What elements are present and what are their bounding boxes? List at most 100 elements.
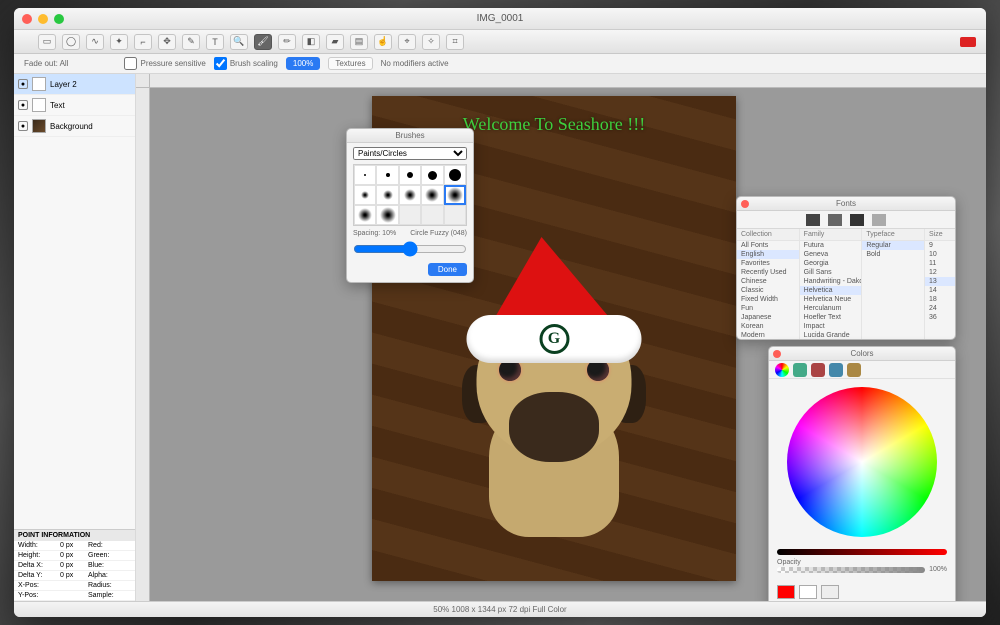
spectrum-mode-icon[interactable]: [829, 363, 843, 377]
opacity-slider[interactable]: [777, 567, 925, 573]
list-item[interactable]: 11: [925, 259, 955, 268]
brush-preset[interactable]: [399, 185, 421, 205]
tool-smudge[interactable]: ☝: [374, 34, 392, 50]
list-item[interactable]: Herculanum: [800, 304, 862, 313]
color-icon[interactable]: [850, 214, 864, 226]
tool-pencil[interactable]: ✏: [278, 34, 296, 50]
brush-scaling-checkbox[interactable]: Brush scaling: [214, 57, 278, 70]
list-item[interactable]: Chinese: [737, 277, 799, 286]
tool-text[interactable]: T: [206, 34, 224, 50]
tool-eraser[interactable]: ◧: [302, 34, 320, 50]
brightness-slider[interactable]: [777, 549, 947, 555]
minimize-window[interactable]: [38, 14, 48, 24]
current-color-swatch[interactable]: [777, 585, 795, 599]
sliders-mode-icon[interactable]: [793, 363, 807, 377]
swatch-slot[interactable]: [799, 585, 817, 599]
list-item[interactable]: Favorites: [737, 259, 799, 268]
brush-preset[interactable]: [444, 165, 466, 185]
list-item[interactable]: 18: [925, 295, 955, 304]
list-item[interactable]: English: [737, 250, 799, 259]
list-item[interactable]: Korean: [737, 322, 799, 331]
tool-effect[interactable]: ✧: [422, 34, 440, 50]
tool-gradient[interactable]: ▤: [350, 34, 368, 50]
brush-done-button[interactable]: Done: [428, 263, 467, 276]
visibility-icon[interactable]: ●: [18, 121, 28, 131]
close-window[interactable]: [22, 14, 32, 24]
list-item[interactable]: 13: [925, 277, 955, 286]
brush-spacing-slider[interactable]: [353, 241, 467, 257]
tool-zoom[interactable]: 🔍: [230, 34, 248, 50]
app-window: IMG_0001 ▭ ◯ ∿ ✦ ⌐ ✥ ✎ T 🔍 🖌 ✏ ◧ ▰ ▤ ☝ ⌖…: [14, 8, 986, 617]
brush-preset[interactable]: [376, 185, 398, 205]
tool-lasso[interactable]: ∿: [86, 34, 104, 50]
brush-preset[interactable]: [354, 185, 376, 205]
visibility-icon[interactable]: ●: [18, 79, 28, 89]
tool-bucket[interactable]: ▰: [326, 34, 344, 50]
visibility-icon[interactable]: ●: [18, 100, 28, 110]
close-icon[interactable]: [741, 200, 749, 208]
strike-icon[interactable]: [828, 214, 842, 226]
brush-preset[interactable]: [354, 205, 376, 225]
list-item[interactable]: 10: [925, 250, 955, 259]
close-icon[interactable]: [773, 350, 781, 358]
brush-preset[interactable]: [399, 165, 421, 185]
brush-group-select[interactable]: Paints/Circles: [353, 147, 467, 160]
list-item[interactable]: Recently Used: [737, 268, 799, 277]
tool-clone[interactable]: ⌖: [398, 34, 416, 50]
list-item[interactable]: Futura: [800, 241, 862, 250]
list-item[interactable]: 12: [925, 268, 955, 277]
eyedropper-icon[interactable]: [821, 585, 839, 599]
list-item[interactable]: Impact: [800, 322, 862, 331]
brush-preset[interactable]: [376, 205, 398, 225]
list-item[interactable]: All Fonts: [737, 241, 799, 250]
brush-preset[interactable]: [444, 185, 466, 205]
zoom-window[interactable]: [54, 14, 64, 24]
list-item[interactable]: Bold: [862, 250, 924, 259]
ruler-horizontal: [150, 74, 986, 88]
tool-eyedropper[interactable]: ✎: [182, 34, 200, 50]
list-item[interactable]: Helvetica Neue: [800, 295, 862, 304]
list-item[interactable]: Helvetica: [800, 286, 862, 295]
color-wheel[interactable]: [787, 387, 937, 537]
list-item[interactable]: Georgia: [800, 259, 862, 268]
list-item[interactable]: Handwriting - Dako: [800, 277, 862, 286]
bgcolor-icon[interactable]: [872, 214, 886, 226]
layer-row[interactable]: ● Layer 2: [14, 74, 135, 95]
crayons-mode-icon[interactable]: [847, 363, 861, 377]
modifier-label: No modifiers active: [381, 59, 449, 68]
list-item[interactable]: Japanese: [737, 313, 799, 322]
wheel-mode-icon[interactable]: [775, 363, 789, 377]
list-item[interactable]: Modern: [737, 331, 799, 339]
tool-brush[interactable]: 🖌: [254, 34, 272, 50]
scaling-segment[interactable]: 100%: [286, 57, 320, 70]
layer-name: Layer 2: [50, 80, 77, 89]
tool-wand[interactable]: ✦: [110, 34, 128, 50]
list-item[interactable]: Regular: [862, 241, 924, 250]
tool-rect-select[interactable]: ▭: [38, 34, 56, 50]
list-item[interactable]: Fun: [737, 304, 799, 313]
list-item[interactable]: Classic: [737, 286, 799, 295]
pressure-checkbox[interactable]: Pressure sensitive: [124, 57, 205, 70]
list-item[interactable]: Hoefler Text: [800, 313, 862, 322]
brush-preset[interactable]: [421, 185, 443, 205]
list-item[interactable]: 36: [925, 313, 955, 322]
layer-row[interactable]: ● Text: [14, 95, 135, 116]
list-item[interactable]: Lucida Grande: [800, 331, 862, 339]
textures-button[interactable]: Textures: [328, 57, 372, 70]
tool-ellipse-select[interactable]: ◯: [62, 34, 80, 50]
list-item[interactable]: Geneva: [800, 250, 862, 259]
underline-icon[interactable]: [806, 214, 820, 226]
palette-mode-icon[interactable]: [811, 363, 825, 377]
layer-row[interactable]: ● Background: [14, 116, 135, 137]
tool-position[interactable]: ⌗: [446, 34, 464, 50]
list-item[interactable]: 24: [925, 304, 955, 313]
tool-move[interactable]: ✥: [158, 34, 176, 50]
list-item[interactable]: 14: [925, 286, 955, 295]
list-item[interactable]: Fixed Width: [737, 295, 799, 304]
list-item[interactable]: Gill Sans: [800, 268, 862, 277]
brush-preset[interactable]: [376, 165, 398, 185]
list-item[interactable]: 9: [925, 241, 955, 250]
tool-crop[interactable]: ⌐: [134, 34, 152, 50]
brush-preset[interactable]: [421, 165, 443, 185]
brush-preset[interactable]: [354, 165, 376, 185]
